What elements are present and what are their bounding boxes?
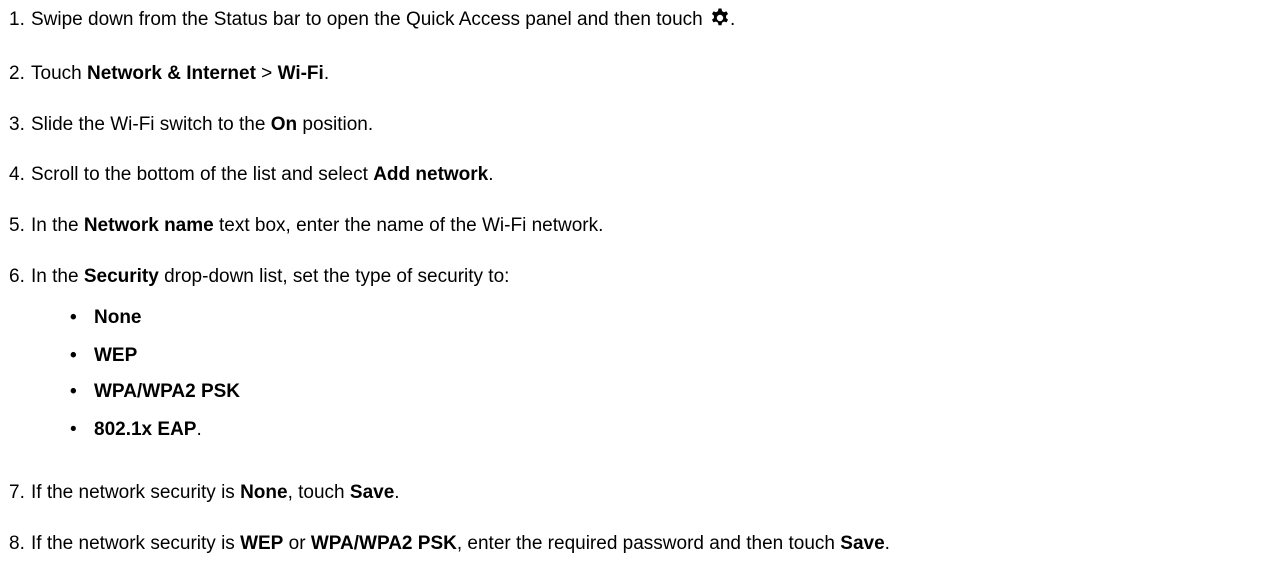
bullet-marker: •	[70, 345, 77, 366]
option-label: None	[94, 307, 142, 328]
step-text: Swipe down from the Status bar to open t…	[31, 9, 709, 30]
step-3: 3. Slide the Wi-Fi switch to the On posit…	[9, 114, 374, 135]
bullet-marker: •	[70, 381, 77, 402]
step-2: 2. Touch Network & Internet > Wi-Fi.	[9, 63, 330, 84]
list-item: • None	[70, 306, 142, 330]
list-item: • WEP	[70, 344, 137, 368]
gear-icon	[710, 8, 730, 35]
step-number: 6.	[9, 266, 25, 287]
step-7: 7. If the network security is None, touch…	[9, 482, 400, 503]
step-1: 1. Swipe down from the Status bar to open…	[9, 8, 735, 35]
list-item: • 802.1x EAP.	[70, 419, 202, 440]
step-5: 5. In the Network name text box, enter th…	[9, 215, 604, 236]
step-4: 4. Scroll to the bottom of the list and s…	[9, 164, 494, 185]
option-label: WEP	[94, 345, 138, 366]
step-number: 7.	[9, 482, 25, 503]
step-number: 5.	[9, 215, 25, 236]
step-6: 6. In the Security drop-down list, set th…	[9, 266, 510, 287]
step-number: 8.	[9, 533, 25, 554]
step-8: 8. If the network security is WEP or WPA/…	[9, 533, 890, 554]
option-label: WPA/WPA2 PSK	[94, 381, 241, 402]
option-label: 802.1x EAP	[94, 419, 197, 440]
list-item: • WPA/WPA2 PSK	[70, 380, 240, 404]
bullet-marker: •	[70, 307, 77, 328]
step-number: 4.	[9, 164, 25, 185]
step-number: 3.	[9, 114, 25, 135]
step-number: 2.	[9, 63, 25, 84]
bullet-marker: •	[70, 419, 77, 440]
step-number: 1.	[9, 9, 25, 30]
